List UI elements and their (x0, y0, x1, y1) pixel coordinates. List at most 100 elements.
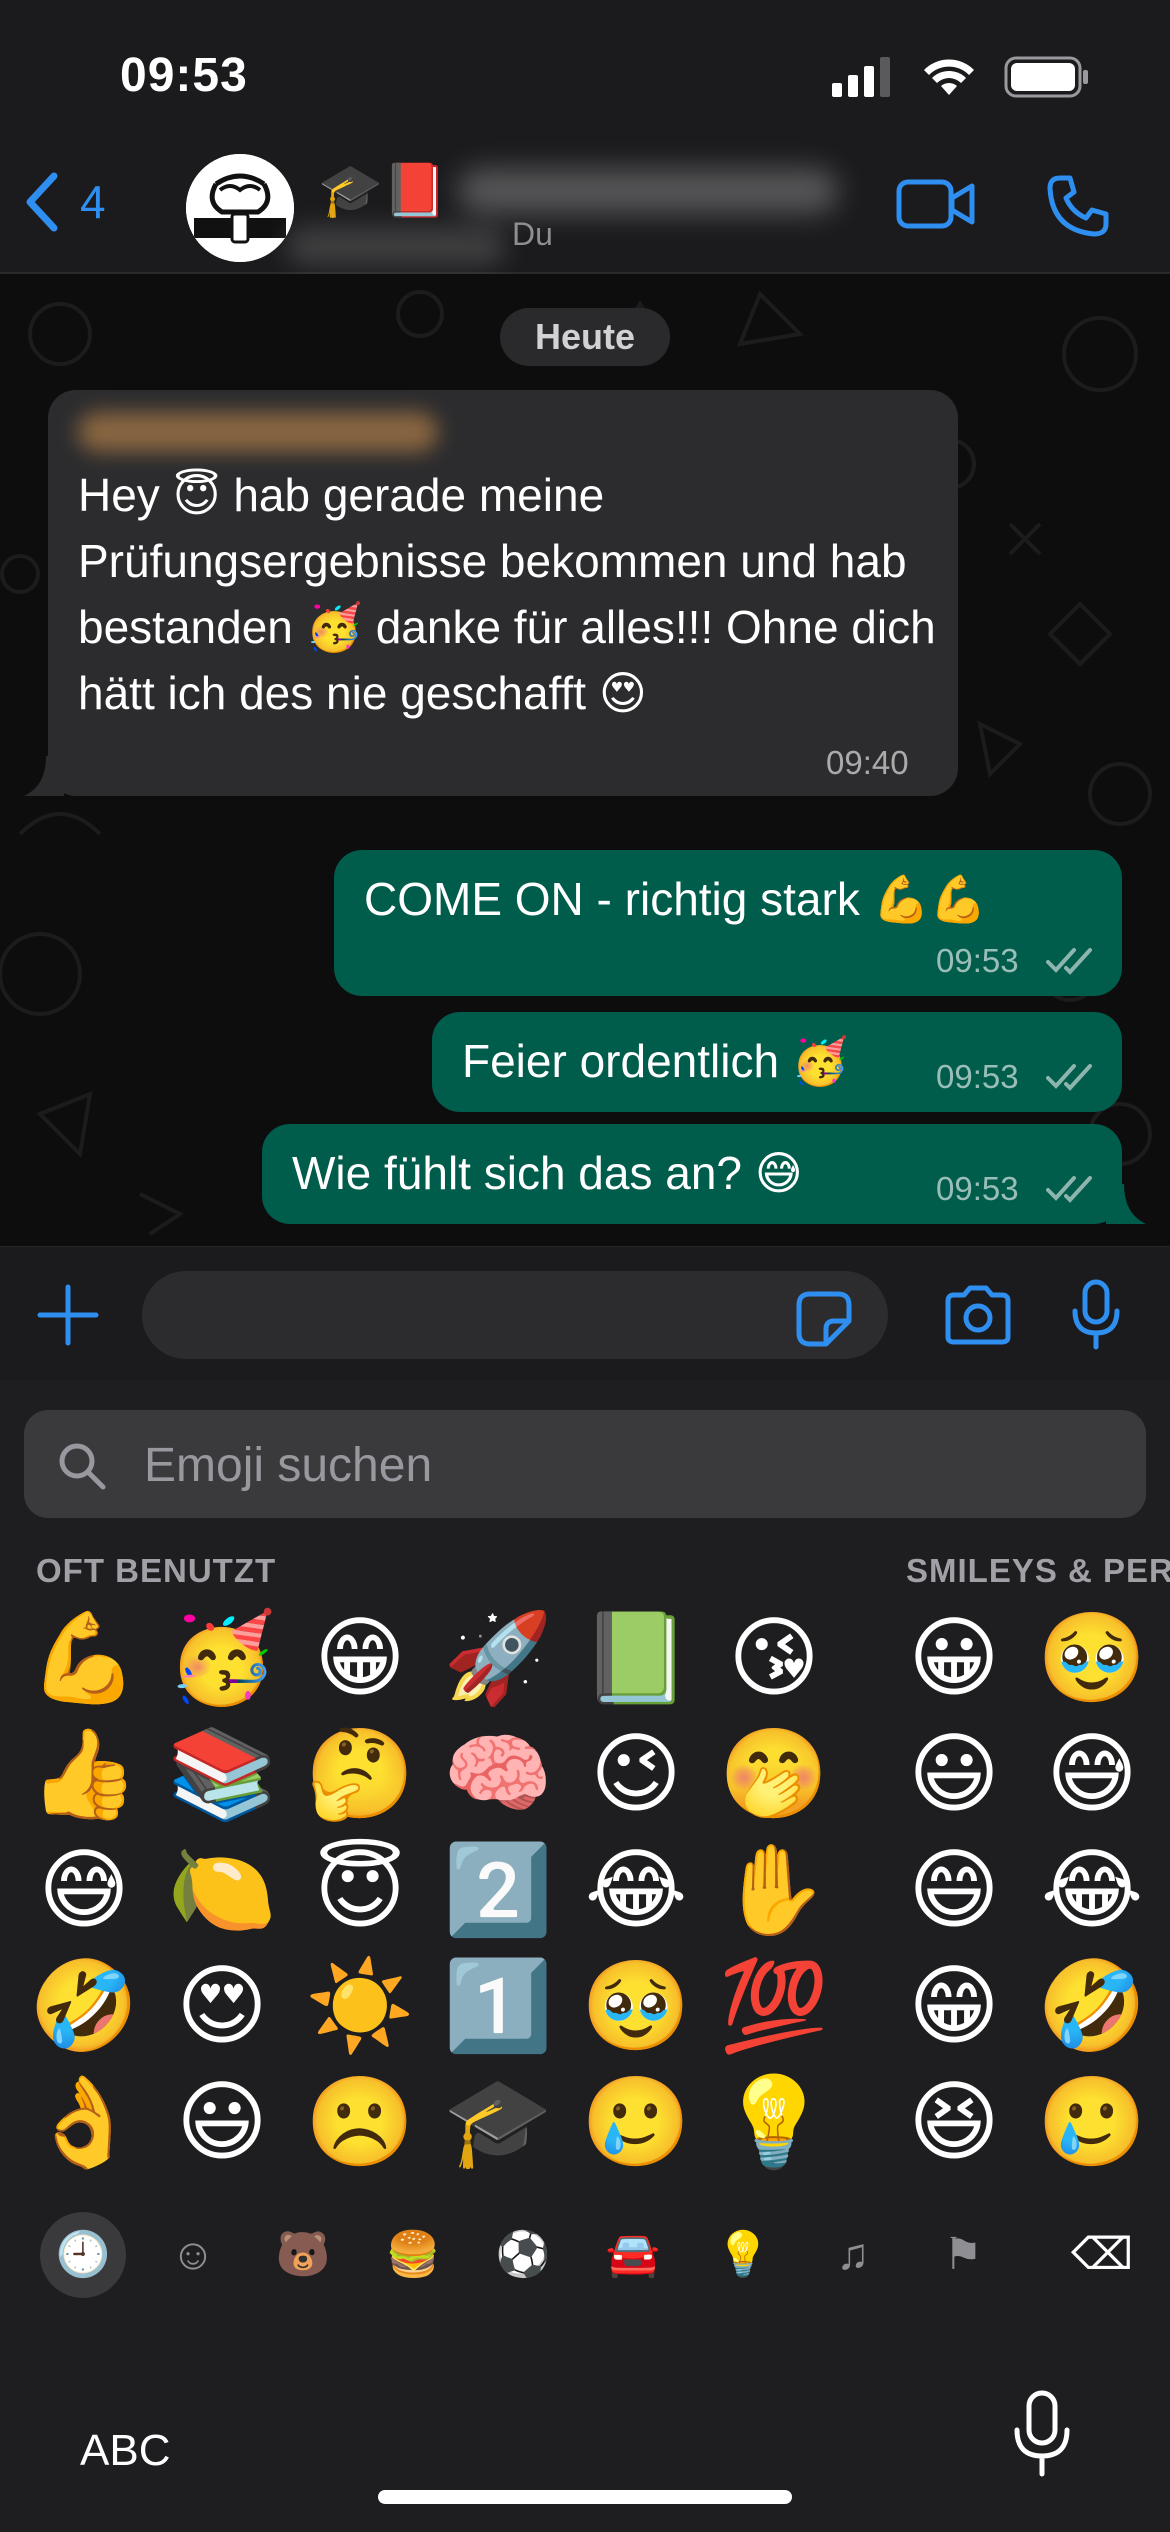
back-button[interactable]: 4 (22, 172, 106, 232)
message-time: 09:40 (826, 744, 909, 781)
emoji-key[interactable]: ☀️ (304, 1950, 416, 2062)
outgoing-message[interactable]: Wie fühlt sich das an? 😅 09:53 (262, 1124, 1146, 1224)
home-indicator[interactable] (378, 2490, 792, 2504)
emoji-key[interactable]: 🍋 (166, 1834, 278, 1946)
status-bar: 09:53 (0, 0, 1170, 150)
emoji-key[interactable]: 😆 (898, 2066, 1010, 2178)
emoji-key[interactable]: 💯 (718, 1950, 830, 2062)
emoji-key[interactable]: 🥲 (580, 2066, 692, 2178)
phone-icon (1047, 175, 1109, 237)
emoji-key[interactable]: 😃 (898, 1718, 1010, 1830)
backspace-icon[interactable]: ⌫ (1052, 2212, 1152, 2298)
emoji-key[interactable]: ✋ (718, 1834, 830, 1946)
travel-icon[interactable]: 🚘 (590, 2212, 676, 2298)
camera-button[interactable] (942, 1285, 1014, 1350)
emoji-key[interactable]: 🤣 (1036, 1950, 1148, 2062)
emoji-key[interactable]: 😁 (304, 1602, 416, 1714)
emoji-category-bar: 🕘 ☺ 🐻 🍔 ⚽ 🚘 💡 ♫ ⚑ ⌫ (0, 2198, 1170, 2308)
emoji-key[interactable]: 😅 (28, 1834, 140, 1946)
activity-icon[interactable]: ⚽ (480, 2212, 566, 2298)
outgoing-message[interactable]: Feier ordentlich 🥳 09:53 (432, 1012, 1122, 1112)
message-text: Feier ordentlich 🥳 (462, 1035, 850, 1087)
attach-button[interactable] (36, 1283, 100, 1352)
sticker-icon (796, 1291, 852, 1347)
redacted-name (457, 168, 838, 213)
emoji-key[interactable]: 🥹 (1036, 1602, 1148, 1714)
emoji-key[interactable]: ☹️ (304, 2066, 416, 2178)
emoji-key[interactable]: 🥳 (166, 1602, 278, 1714)
emoji-key[interactable]: 🚀 (442, 1602, 554, 1714)
emoji-key[interactable]: 😂 (580, 1834, 692, 1946)
flags-icon[interactable]: ⚑ (920, 2212, 1006, 2298)
video-camera-icon (896, 179, 975, 229)
chat-header: 4 🎓📕 Du (0, 150, 1170, 274)
voice-message-button[interactable] (1070, 1279, 1122, 1356)
emoji-key[interactable]: 😉 (580, 1718, 692, 1830)
contact-subtitle: Du (512, 216, 553, 252)
emoji-key[interactable]: 📗 (580, 1602, 692, 1714)
emoji-key[interactable]: 😃 (166, 2066, 278, 2178)
emoji-key[interactable]: 🎓 (442, 2066, 554, 2178)
incoming-message[interactable]: Hey 😇 hab gerade meine Prüfungsergebniss… (24, 390, 958, 796)
emoji-key[interactable]: 🤣 (28, 1950, 140, 2062)
emoji-key[interactable]: 🤭 (718, 1718, 830, 1830)
dictation-button[interactable] (1012, 2390, 1072, 2483)
objects-icon[interactable]: 💡 (700, 2212, 786, 2298)
message-input[interactable] (142, 1271, 888, 1359)
emoji-key[interactable]: 📚 (166, 1718, 278, 1830)
emoji-key[interactable]: 👍 (28, 1718, 140, 1830)
section-label-frequent: OFT BENUTZT (36, 1552, 277, 1589)
emoji-key[interactable]: 😄 (898, 1834, 1010, 1946)
cellular-signal-icon (832, 57, 890, 97)
emoji-key[interactable]: 😘 (718, 1602, 830, 1714)
search-icon (59, 1443, 106, 1490)
emoji-key[interactable]: 1️⃣ (442, 1950, 554, 2062)
group-logo-icon (186, 154, 294, 262)
emoji-key[interactable]: 🥹 (580, 1950, 692, 2062)
chat-area[interactable]: Heute Hey 😇 hab gerade meine Prüfungserg… (0, 274, 1170, 1246)
emoji-key[interactable]: 😇 (304, 1834, 416, 1946)
microphone-icon (1072, 1279, 1120, 1350)
emoji-key[interactable]: 😀 (898, 1602, 1010, 1714)
message-time: 09:53 (936, 1170, 1019, 1207)
outgoing-message[interactable]: COME ON - richtig stark 💪💪 09:53 (334, 850, 1122, 996)
emoji-search-input[interactable]: Emoji suchen (24, 1410, 1146, 1518)
message-text: Wie fühlt sich das an? 😅 (292, 1147, 803, 1199)
avatar[interactable] (186, 154, 294, 262)
emoji-key[interactable]: 💡 (718, 2066, 830, 2178)
emoji-key[interactable]: 😅 (1036, 1718, 1148, 1830)
emoji-key[interactable]: 😍 (166, 1950, 278, 2062)
search-placeholder: Emoji suchen (144, 1439, 433, 1492)
read-receipt-icon (1046, 948, 1092, 975)
microphone-icon (1014, 2390, 1070, 2477)
smileys-icon[interactable]: ☺ (150, 2212, 236, 2298)
animals-icon[interactable]: 🐻 (260, 2212, 346, 2298)
emoji-key[interactable]: 🤔 (304, 1718, 416, 1830)
emoji-key[interactable]: 👌 (28, 2066, 140, 2178)
plus-icon (37, 1284, 99, 1346)
redacted-sender (78, 412, 438, 452)
contact-name-emojis: 🎓📕 (318, 162, 448, 220)
abc-keyboard-button[interactable]: ABC (80, 2426, 170, 2476)
voice-call-button[interactable] (1046, 174, 1110, 243)
emoji-key[interactable]: 😁 (898, 1950, 1010, 2062)
emoji-key[interactable]: 🥲 (1036, 2066, 1148, 2178)
recent-icon[interactable]: 🕘 (40, 2212, 126, 2298)
sticker-button[interactable] (796, 1291, 852, 1352)
emoji-key[interactable]: 😂 (1036, 1834, 1148, 1946)
contact-name[interactable]: 🎓📕 (318, 160, 838, 221)
symbols-icon[interactable]: ♫ (810, 2212, 896, 2298)
message-time: 09:53 (936, 1058, 1019, 1095)
emoji-key[interactable]: 💪 (28, 1602, 140, 1714)
date-separator: Heute (500, 308, 670, 366)
message-time: 09:53 (936, 942, 1019, 979)
message-text: COME ON - richtig stark 💪💪 (364, 873, 988, 925)
emoji-key[interactable]: 2️⃣ (442, 1834, 554, 1946)
emoji-keyboard: Emoji suchen OFT BENUTZT SMILEYS & PER 💪… (0, 1380, 1170, 2532)
read-receipt-icon (1046, 1176, 1092, 1203)
status-icons (832, 56, 1090, 98)
section-label-smileys: SMILEYS & PER (906, 1552, 1170, 1589)
food-icon[interactable]: 🍔 (370, 2212, 456, 2298)
video-call-button[interactable] (896, 176, 976, 237)
emoji-key[interactable]: 🧠 (442, 1718, 554, 1830)
